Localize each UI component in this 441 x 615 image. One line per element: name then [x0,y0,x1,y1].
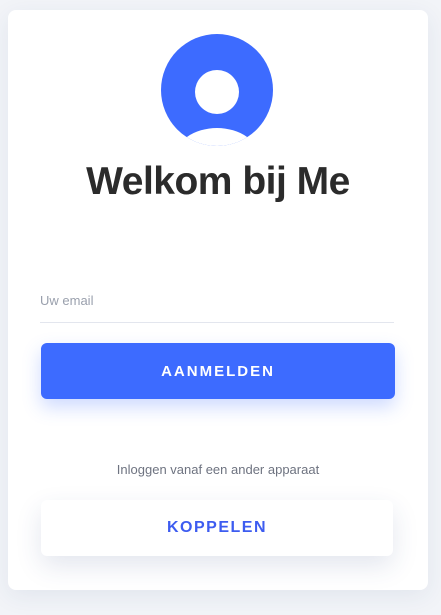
other-device-text: Inloggen vanaf een ander apparaat [116,462,320,477]
email-field[interactable] [40,282,394,323]
page-title: Welkom bij Me [86,160,350,203]
link-device-button[interactable]: KOPPELEN [41,500,393,556]
avatar-body [175,128,259,146]
login-card: Welkom bij Me AANMELDEN Inloggen vanaf e… [8,10,428,590]
avatar-head [195,70,239,114]
sign-in-button[interactable]: AANMELDEN [41,343,395,399]
user-avatar-icon [161,34,273,146]
